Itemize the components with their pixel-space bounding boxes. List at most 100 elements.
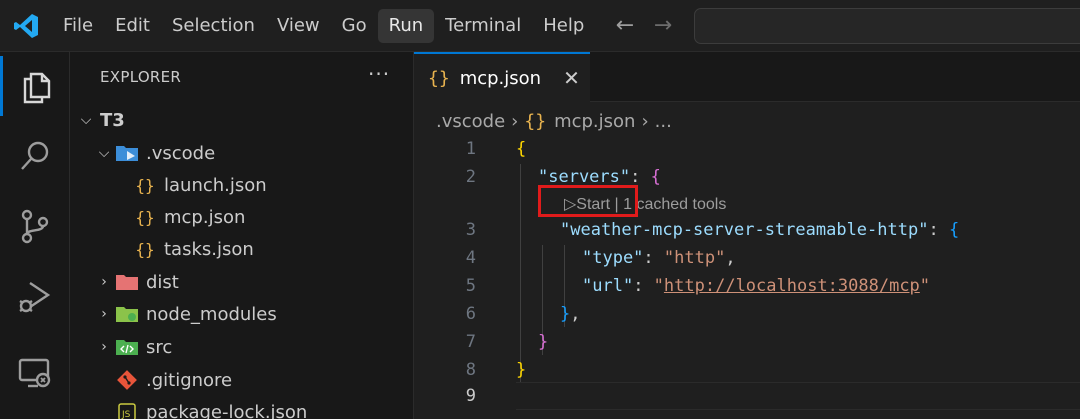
tree-item-src[interactable]: › src	[70, 331, 414, 363]
vscode-logo-icon[interactable]	[12, 12, 40, 40]
tab-bar: {} mcp.json ✕	[414, 52, 1080, 102]
git-icon	[114, 369, 140, 391]
code-line[interactable]: 7 }	[414, 329, 1080, 356]
breadcrumb-folder[interactable]: .vscode	[436, 111, 505, 132]
tree-item-tasks-json[interactable]: {} tasks.json	[70, 233, 414, 265]
json-icon: {}	[135, 207, 155, 227]
explorer-activity[interactable]	[0, 56, 70, 116]
title-bar: File Edit Selection View Go Run Terminal…	[0, 0, 1080, 52]
line-number: 6	[465, 304, 476, 324]
code-line[interactable]: 6 },	[414, 301, 1080, 328]
menu-view[interactable]: View	[266, 9, 331, 43]
json-icon: {}	[428, 67, 450, 89]
chevron-down-icon: ⌵	[80, 112, 92, 128]
tree-item-mcp-json[interactable]: {} mcp.json	[70, 201, 414, 233]
menu-bar: File Edit Selection View Go Run Terminal…	[52, 9, 595, 43]
chevron-right-icon: ›	[511, 110, 519, 132]
code-text: }	[516, 360, 527, 380]
remote-explorer-activity[interactable]	[0, 342, 70, 402]
line-number: 5	[465, 276, 476, 296]
chevron-right-icon: ›	[101, 274, 107, 290]
highlight-annotation-box	[538, 185, 638, 217]
tree-item-label: tasks.json	[164, 238, 254, 260]
menu-edit[interactable]: Edit	[104, 9, 161, 43]
breadcrumb-more[interactable]: ...	[655, 111, 672, 132]
remote-explorer-icon	[18, 358, 51, 388]
activity-bar	[0, 52, 70, 419]
chevron-right-icon: ›	[101, 306, 107, 322]
node-folder-icon	[114, 303, 140, 325]
src-folder-icon	[114, 336, 140, 358]
line-number: 8	[465, 360, 476, 380]
editor-area: {} mcp.json ✕ .vscode › {} mcp.json › ..…	[414, 52, 1080, 419]
back-arrow-icon[interactable]: ←	[610, 11, 640, 41]
tree-item-gitignore[interactable]: .gitignore	[70, 364, 414, 396]
run-debug-activity[interactable]	[0, 266, 70, 326]
line-number: 3	[465, 220, 476, 240]
url-link[interactable]: http://localhost:3088/mcp	[664, 276, 920, 296]
tree-item-label: dist	[146, 271, 179, 293]
command-center-search[interactable]	[694, 8, 1080, 44]
chevron-right-icon: ›	[641, 110, 649, 132]
line-number: 2	[465, 167, 476, 187]
search-activity[interactable]	[0, 126, 70, 186]
tab-label: mcp.json	[459, 67, 542, 89]
explorer-sidebar: EXPLORER ··· ⌵ T3 ⌵ .vscode {} launch.js…	[70, 52, 414, 419]
json-icon: {}	[135, 239, 155, 259]
tree-item-label: src	[146, 336, 173, 358]
root-folder-label: T3	[100, 109, 125, 131]
files-icon	[23, 72, 50, 104]
tree-item-label: .gitignore	[146, 369, 233, 391]
tree-item-label: package-lock.json	[146, 401, 308, 419]
code-text: "url": "http://localhost:3088/mcp"	[582, 276, 931, 296]
code-text: "weather-mcp-server-streamable-http": {	[560, 220, 960, 240]
tree-item-package-lock[interactable]: JS package-lock.json	[70, 396, 414, 419]
tab-mcp-json[interactable]: {} mcp.json ✕	[414, 52, 590, 102]
code-line[interactable]: 3 "weather-mcp-server-streamable-http": …	[414, 217, 1080, 244]
code-line[interactable]: 9	[414, 383, 1080, 410]
menu-run[interactable]: Run	[377, 9, 435, 43]
tree-item-label: mcp.json	[164, 206, 246, 228]
close-icon[interactable]: ✕	[563, 66, 580, 90]
code-line[interactable]: 2 "servers": {	[414, 164, 1080, 191]
source-control-icon	[21, 209, 49, 244]
vscode-folder-icon	[114, 142, 140, 164]
menu-help[interactable]: Help	[532, 9, 595, 43]
line-number: 7	[465, 332, 476, 352]
tree-item-label: .vscode	[146, 142, 216, 164]
code-text: }	[538, 332, 549, 352]
menu-go[interactable]: Go	[331, 9, 378, 43]
code-line[interactable]: 5 "url": "http://localhost:3088/mcp"	[414, 273, 1080, 300]
svg-text:JS: JS	[121, 410, 131, 419]
breadcrumb: .vscode › {} mcp.json › ...	[436, 109, 672, 133]
menu-terminal[interactable]: Terminal	[434, 9, 532, 43]
code-line[interactable]: 4 "type": "http",	[414, 245, 1080, 272]
run-debug-icon	[19, 282, 51, 313]
tree-item-launch-json[interactable]: {} launch.json	[70, 169, 414, 201]
breadcrumb-file[interactable]: mcp.json	[554, 111, 635, 132]
tree-item-dist[interactable]: › dist	[70, 266, 414, 298]
search-icon	[21, 141, 49, 170]
js-icon: JS	[114, 401, 140, 419]
chevron-down-icon: ⌵	[98, 145, 110, 161]
dist-folder-icon	[114, 271, 140, 293]
tree-item-vscode[interactable]: ⌵ .vscode	[70, 137, 414, 169]
tree-root-t3[interactable]: ⌵ T3	[70, 104, 414, 136]
tree-item-label: launch.json	[164, 174, 267, 196]
source-control-activity[interactable]	[0, 196, 70, 256]
code-text: },	[560, 304, 581, 324]
menu-file[interactable]: File	[52, 9, 104, 43]
code-text: {	[516, 139, 527, 159]
chevron-right-icon: ›	[101, 339, 107, 355]
tree-item-node-modules[interactable]: › node_modules	[70, 298, 414, 330]
menu-selection[interactable]: Selection	[161, 9, 266, 43]
code-line[interactable]: 8 }	[414, 357, 1080, 384]
code-line[interactable]: 1 {	[414, 136, 1080, 163]
forward-arrow-icon[interactable]: →	[648, 11, 678, 41]
json-icon: {}	[135, 175, 155, 195]
more-actions-icon[interactable]: ···	[368, 62, 390, 86]
line-number: 1	[465, 139, 476, 159]
code-text: "type": "http",	[582, 248, 736, 268]
tree-item-label: node_modules	[146, 303, 277, 325]
line-number: 9	[465, 386, 476, 406]
